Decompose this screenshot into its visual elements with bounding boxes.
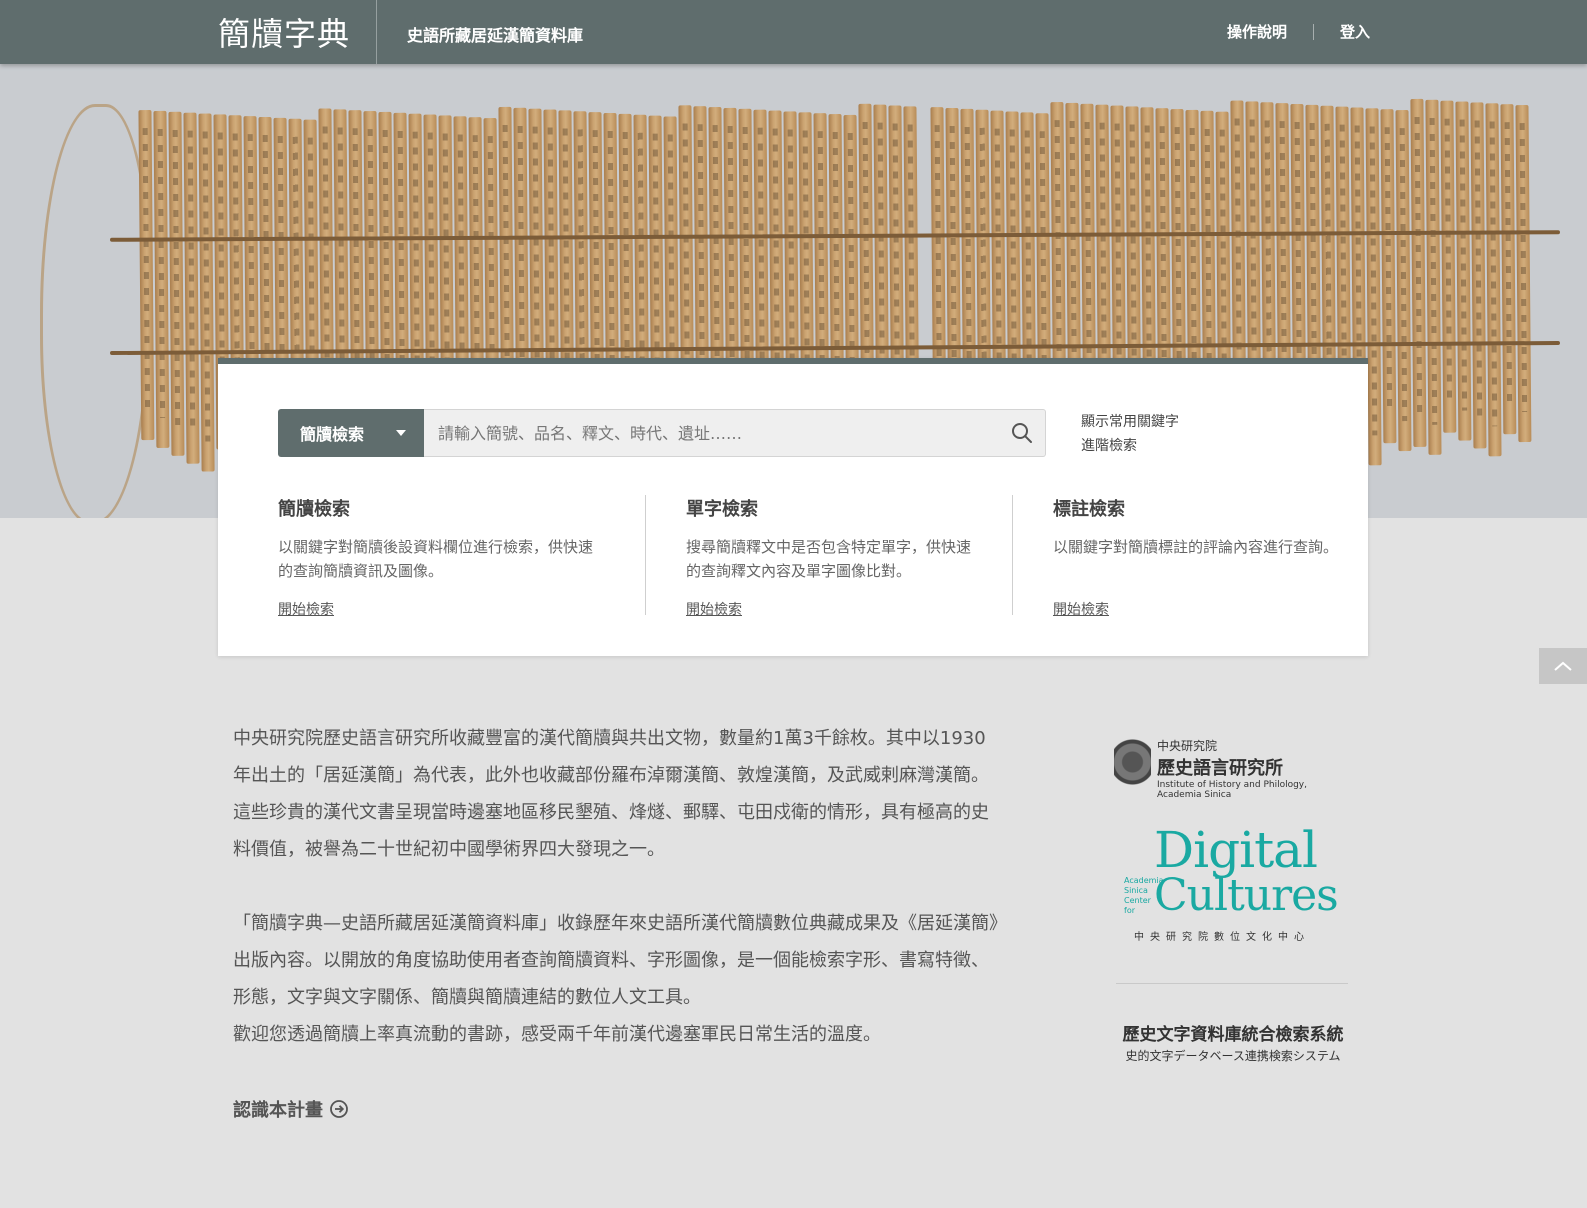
search-mode-slips: 簡牘檢索 以關鍵字對簡牘後設資料欄位進行檢索，供快速的查詢簡牘資訊及圖像。 開始… — [278, 495, 645, 618]
partner-divider — [1116, 983, 1348, 984]
search-mode-desc: 以關鍵字對簡牘後設資料欄位進行檢索，供快速的查詢簡牘資訊及圖像。 — [278, 538, 594, 580]
search-input-wrapper — [424, 409, 1046, 457]
chevron-up-icon — [1554, 661, 1572, 671]
ihp-logo-text: 中央研究院 歷史語言研究所 Institute of History and P… — [1157, 737, 1348, 800]
search-mode-desc: 搜尋簡牘釋文中是否包含特定單字，供快速的查詢釋文內容及單字圖像比對。 — [686, 538, 972, 580]
header-nav: 操作說明 登入 — [1227, 21, 1370, 42]
dc-logo-side: Academia Sinica Center for — [1124, 876, 1164, 915]
bamboo-slip — [1410, 98, 1427, 448]
dc-logo-line2: Cultures — [1154, 870, 1339, 921]
search-mode-desc: 以關鍵字對簡牘標註的評論內容進行查詢。 — [1053, 538, 1339, 556]
nav-separator — [1312, 23, 1314, 40]
bamboo-slip — [1470, 102, 1487, 449]
dc-logo-zh: 中央研究院數位文化中心 — [1134, 932, 1310, 943]
start-search-link[interactable]: 開始檢索 — [1053, 599, 1109, 619]
ihp-logo-name: 歷史語言研究所 — [1157, 757, 1283, 779]
search-type-dropdown[interactable]: 簡牘檢索 — [278, 409, 424, 457]
bamboo-slip — [198, 113, 215, 472]
login-link[interactable]: 登入 — [1340, 21, 1370, 42]
search-card: 簡牘檢索 顯示常用關鍵字 進階檢索 簡牘檢索 以關鍵字對簡牘後設資料欄位進行檢索… — [218, 358, 1368, 656]
search-input[interactable] — [424, 409, 1046, 457]
search-mode-title: 簡牘檢索 — [278, 499, 350, 520]
show-keywords-link[interactable]: 顯示常用關鍵字 — [1081, 410, 1179, 434]
header-divider — [376, 0, 377, 64]
ihp-seal-icon — [1114, 738, 1151, 798]
guide-link[interactable]: 操作說明 — [1227, 21, 1287, 42]
caret-down-icon — [396, 430, 406, 436]
hds-logo-ja: 史的文字データベース連携検索システム — [1125, 1049, 1341, 1063]
intro-paragraph-text: 歡迎您透過簡牘上率真流動的書跡，感受兩千年前漢代邊塞軍民日常生活的溫度。 — [233, 1024, 881, 1045]
bamboo-slip — [183, 112, 200, 464]
bamboo-slip — [153, 110, 170, 448]
site-subtitle: 史語所藏居延漢簡資料庫 — [407, 26, 584, 45]
intro-paragraph: 中央研究院歷史語言研究所收藏豐富的漢代簡牘與共出文物，數量約1萬3千餘枚。其中以… — [233, 728, 989, 860]
intro-paragraph: 「簡牘字典—史語所藏居延漢簡資料庫」收錄歷年來史語所漢代簡牘數位典藏成果及《居延… — [233, 905, 1003, 1053]
top-navigation-bar: 簡牘字典 史語所藏居延漢簡資料庫 操作說明 登入 — [0, 0, 1587, 64]
digital-cultures-logo[interactable]: Digital Cultures Academia Sinica Center … — [1124, 824, 1344, 944]
search-mode-annotation: 標註檢索 以關鍵字對簡牘標註的評論內容進行查詢。 開始檢索 — [1012, 495, 1379, 618]
about-project-link[interactable]: 認識本計畫 — [233, 1096, 349, 1122]
bamboo-slip — [168, 111, 185, 456]
back-to-top-button[interactable] — [1539, 648, 1587, 684]
ihp-logo[interactable]: 中央研究院 歷史語言研究所 Institute of History and P… — [1114, 734, 1348, 802]
search-side-links: 顯示常用關鍵字 進階檢索 — [1081, 410, 1179, 458]
hds-logo[interactable]: 歷史文字資料庫統合檢索系統 史的文字データベース連携検索システム — [1116, 1020, 1350, 1064]
search-mode-title: 單字檢索 — [686, 499, 758, 520]
about-project-label: 認識本計畫 — [233, 1100, 323, 1121]
advanced-search-link[interactable]: 進階檢索 — [1081, 434, 1179, 458]
search-mode-character: 單字檢索 搜尋簡牘釋文中是否包含特定單字，供快速的查詢釋文內容及單字圖像比對。 … — [645, 495, 1012, 618]
bamboo-slip — [1455, 101, 1472, 441]
search-mode-title: 標註檢索 — [1053, 499, 1125, 520]
bamboo-slip — [1440, 100, 1457, 433]
bamboo-slip — [1515, 104, 1532, 443]
bamboo-slip — [1500, 104, 1517, 435]
dc-logo-line1: Digital — [1154, 821, 1318, 879]
search-type-label: 簡牘檢索 — [300, 425, 365, 444]
hds-logo-zh: 歷史文字資料庫統合檢索系統 — [1122, 1025, 1344, 1045]
bamboo-slip — [1425, 99, 1442, 455]
start-search-link[interactable]: 開始檢索 — [686, 599, 742, 619]
bamboo-slip — [1395, 110, 1412, 452]
hero-cord-loops — [40, 104, 150, 518]
intro-text: 中央研究院歷史語言研究所收藏豐富的漢代簡牘與共出文物，數量約1萬3千餘枚。其中以… — [233, 720, 1003, 1053]
arrow-circle-right-icon — [330, 1100, 348, 1118]
ihp-logo-top: 中央研究院 — [1157, 738, 1218, 753]
site-logo[interactable]: 簡牘字典 — [218, 9, 350, 55]
bamboo-slip — [138, 110, 155, 441]
intro-paragraph-text: 「簡牘字典—史語所藏居延漢簡資料庫」收錄歷年來史語所漢代簡牘數位典藏成果及《居延… — [233, 913, 998, 1008]
start-search-link[interactable]: 開始檢索 — [278, 599, 334, 619]
search-modes: 簡牘檢索 以關鍵字對簡牘後設資料欄位進行檢索，供快速的查詢簡牘資訊及圖像。 開始… — [278, 495, 1379, 618]
search-bar: 簡牘檢索 — [278, 409, 1046, 457]
ihp-logo-en: Institute of History and Philology, Acad… — [1157, 779, 1307, 800]
bamboo-slip — [1485, 103, 1502, 457]
bamboo-slip — [1380, 109, 1397, 444]
search-icon[interactable] — [1010, 421, 1034, 445]
